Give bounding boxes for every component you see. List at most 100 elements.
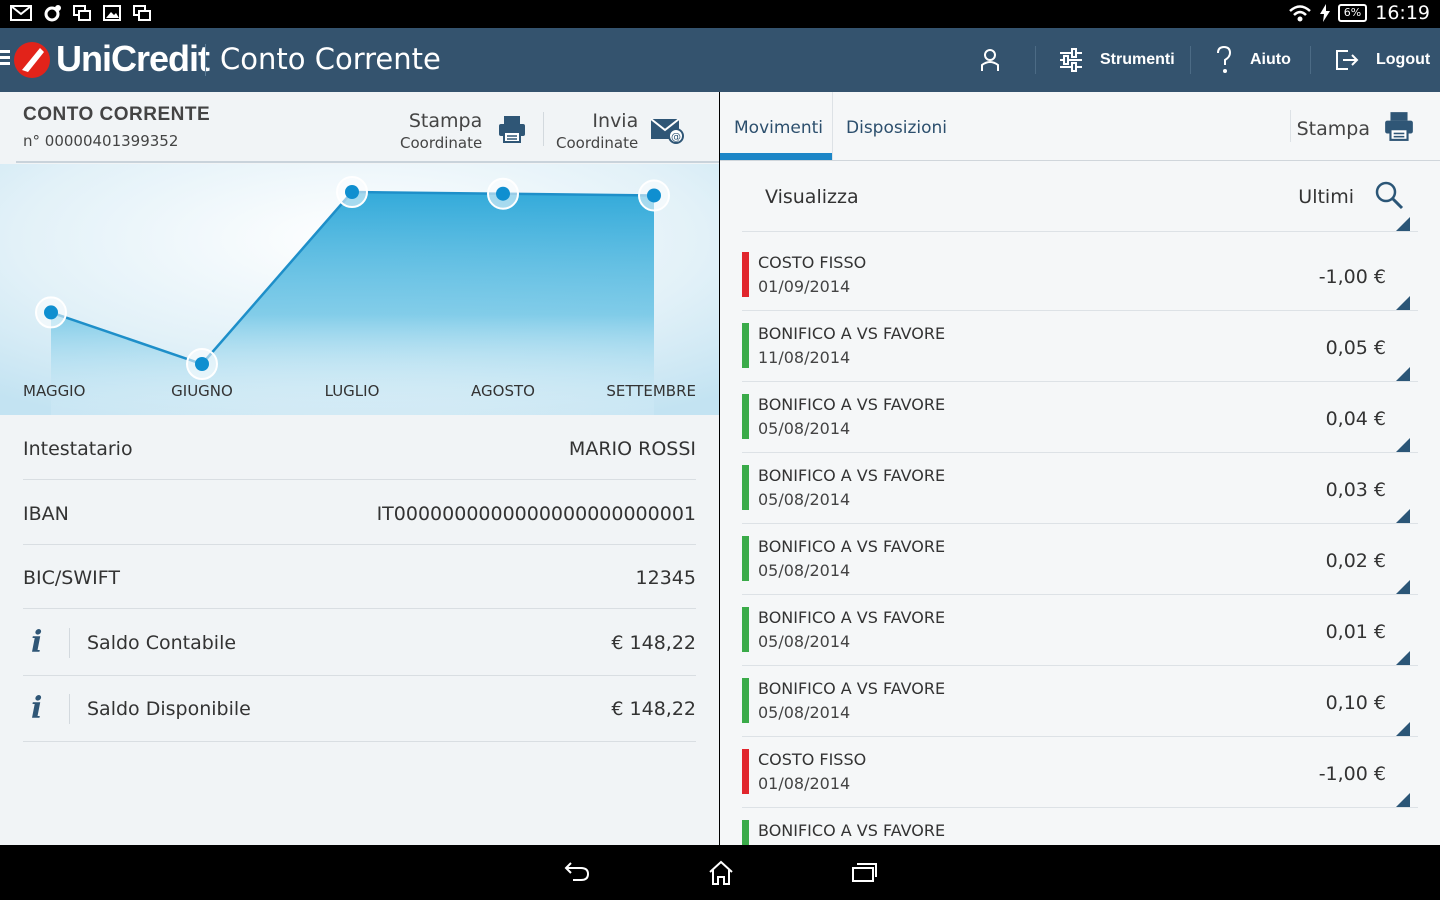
balance-chart-svg: MAGGIO GIUGNO LUGLIO AGOSTO SETTEMBRE <box>0 164 719 415</box>
transaction-row[interactable]: BONIFICO A VS FAVORE 05/08/2014 0,03 € <box>742 453 1418 524</box>
transaction-type-indicator <box>742 820 749 845</box>
profile-button[interactable] <box>978 28 1002 92</box>
transaction-row[interactable]: COSTO FISSO 01/08/2014 -1,00 € <box>742 737 1418 808</box>
info-icon[interactable]: i <box>31 691 42 726</box>
image-icon <box>103 5 121 21</box>
transaction-description: BONIFICO A VS FAVORE <box>758 821 946 840</box>
balance-chart: MAGGIO GIUGNO LUGLIO AGOSTO SETTEMBRE <box>0 164 719 415</box>
transaction-description: BONIFICO A VS FAVORE <box>758 679 946 698</box>
transaction-row[interactable]: BONIFICO A VS FAVORE 05/08/2014 0,01 € <box>742 595 1418 666</box>
tab-movimenti[interactable]: Movimenti <box>734 118 823 138</box>
email-icon[interactable]: @ <box>650 118 684 148</box>
detail-label: Saldo Contabile <box>87 632 237 654</box>
transaction-type-indicator <box>742 323 749 368</box>
transaction-amount: 0,05 € <box>1325 337 1386 359</box>
print-coordinates-button[interactable]: Stampa Coordinate <box>400 110 482 152</box>
transaction-date: 05/08/2014 <box>758 490 851 509</box>
transaction-date: 01/08/2014 <box>758 774 851 793</box>
account-title: CONTO CORRENTE <box>23 104 211 125</box>
notification-icons <box>10 4 152 24</box>
aiuto-label: Aiuto <box>1250 51 1291 68</box>
transaction-type-indicator <box>742 607 749 652</box>
transaction-amount: -1,00 € <box>1318 266 1386 288</box>
transaction-row[interactable]: BONIFICO A VS FAVORE 05/08/2014 0,04 € <box>742 382 1418 453</box>
send-coordinates-label: Invia <box>592 110 639 132</box>
transaction-description: COSTO FISSO <box>758 750 867 769</box>
transaction-date: 05/08/2014 <box>758 419 851 438</box>
strumenti-button[interactable]: Strumenti <box>1058 28 1175 92</box>
header-divider <box>205 44 206 76</box>
menu-icon[interactable] <box>0 50 10 68</box>
transaction-amount: 0,04 € <box>1325 408 1386 430</box>
tab-disposizioni[interactable]: Disposizioni <box>846 118 947 138</box>
home-icon <box>709 860 733 885</box>
expand-corner-icon <box>1396 580 1410 594</box>
windows-icon-2 <box>133 5 151 21</box>
charging-icon <box>1319 4 1330 22</box>
x-axis-label: MAGGIO <box>23 382 85 400</box>
transaction-row[interactable]: BONIFICO A VS FAVORE 05/08/2014 0,10 € <box>742 666 1418 737</box>
send-coordinates-button[interactable]: Invia Coordinate <box>556 110 638 152</box>
data-point-luglio[interactable] <box>345 185 359 199</box>
icon-separator <box>69 628 70 658</box>
detail-value: IT0000000000000000000000001 <box>376 503 696 525</box>
status-bar: 6% 16:19 <box>0 0 1440 28</box>
printer-icon[interactable] <box>498 114 526 148</box>
recent-apps-button[interactable] <box>850 859 878 889</box>
info-icon[interactable]: i <box>31 625 42 660</box>
data-point-giugno[interactable] <box>195 357 209 371</box>
clock: 16:19 <box>1375 2 1430 24</box>
mail-icon <box>10 5 32 21</box>
dropdown-corner-icon <box>1396 217 1410 231</box>
print-button[interactable]: Stampa <box>1297 118 1370 140</box>
transaction-description: BONIFICO A VS FAVORE <box>758 608 946 627</box>
sync-icon <box>44 5 61 22</box>
x-axis-label: LUGLIO <box>325 382 380 400</box>
transaction-type-indicator <box>742 394 749 439</box>
transaction-row[interactable]: COSTO FISSO 01/09/2014 -1,00 € <box>742 240 1418 311</box>
detail-value: € 148,22 <box>611 632 696 654</box>
header-separator <box>1035 46 1036 74</box>
transaction-amount: 0,01 € <box>1325 621 1386 643</box>
sliders-icon <box>1060 48 1082 72</box>
system-icons: 6% 16:19 <box>1288 2 1430 24</box>
help-icon <box>1217 45 1232 73</box>
printer-icon[interactable] <box>1384 110 1414 146</box>
app-header: UniCredit Conto Corrente Strumenti Aiuto… <box>0 28 1440 92</box>
transaction-date: 05/08/2014 <box>758 703 851 722</box>
print-coordinates-sublabel: Coordinate <box>400 134 483 152</box>
transaction-amount: 0,10 € <box>1325 692 1386 714</box>
transaction-date: 05/08/2014 <box>758 561 851 580</box>
page-title: Conto Corrente <box>220 42 441 76</box>
detail-row-intestatario: Intestatario MARIO ROSSI <box>23 416 696 480</box>
filter-dropdown[interactable]: Visualizza Ultimi <box>742 162 1418 232</box>
icon-separator <box>69 694 70 724</box>
back-button[interactable] <box>563 859 591 889</box>
user-icon <box>981 49 999 71</box>
transaction-row[interactable]: BONIFICO A VS FAVORE 05/08/2014 0,02 € <box>742 524 1418 595</box>
transaction-description: BONIFICO A VS FAVORE <box>758 324 946 343</box>
data-point-settembre[interactable] <box>647 188 661 203</box>
data-point-agosto[interactable] <box>496 186 510 201</box>
header-separator <box>1190 46 1191 74</box>
detail-row-bic-swift: BIC/SWIFT 12345 <box>23 545 696 609</box>
home-button[interactable] <box>707 859 735 891</box>
data-point-maggio[interactable] <box>44 305 58 320</box>
account-number: n° 00000401399352 <box>23 132 179 150</box>
aiuto-button[interactable]: Aiuto <box>1214 28 1291 92</box>
tabs-divider <box>720 160 1440 161</box>
transactions-panel: Movimenti Disposizioni Stampa Visualizza… <box>720 92 1440 845</box>
transaction-row[interactable]: BONIFICO A VS FAVORE 11/08/2014 0,05 € <box>742 311 1418 382</box>
transaction-description: BONIFICO A VS FAVORE <box>758 395 946 414</box>
strumenti-label: Strumenti <box>1100 51 1175 68</box>
expand-corner-icon <box>1396 367 1410 381</box>
x-axis-label: GIUGNO <box>171 382 233 400</box>
search-icon[interactable] <box>1374 180 1404 210</box>
expand-corner-icon <box>1396 296 1410 310</box>
transaction-row[interactable]: BONIFICO A VS FAVORE <box>742 808 1418 845</box>
logout-button[interactable]: Logout <box>1334 28 1430 92</box>
transaction-type-indicator <box>742 749 749 794</box>
detail-label: Saldo Disponibile <box>87 698 251 720</box>
tab-separator <box>832 92 833 160</box>
svg-text:@: @ <box>671 132 681 143</box>
